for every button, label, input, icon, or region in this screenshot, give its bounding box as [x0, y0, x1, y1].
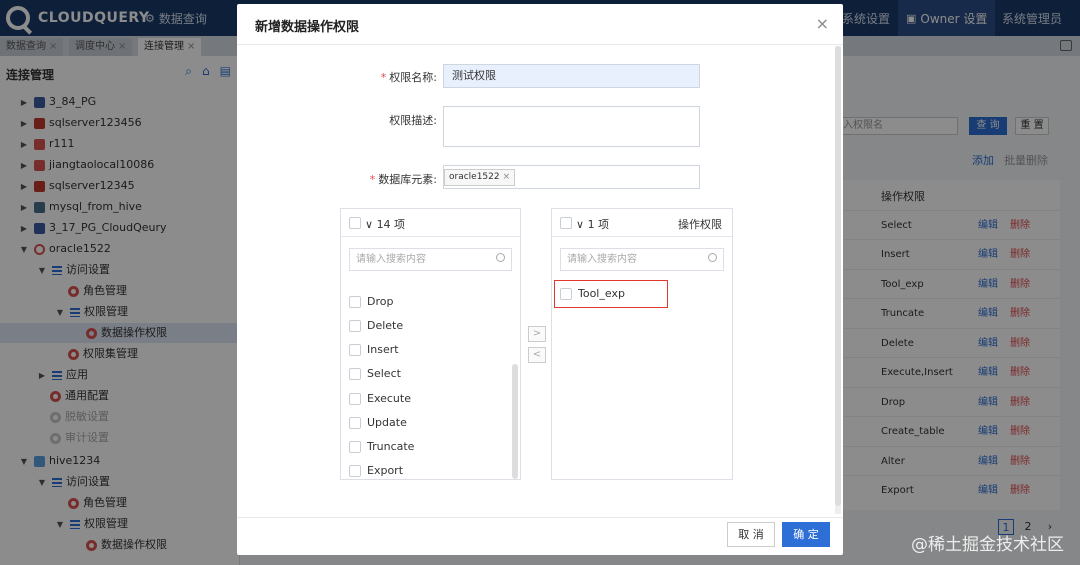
- item-checkbox[interactable]: [349, 417, 361, 429]
- list-item[interactable]: Update: [349, 414, 407, 432]
- target-search-input[interactable]: 请输入搜索内容: [560, 248, 724, 271]
- modal-scrollbar[interactable]: [835, 46, 841, 514]
- add-permission-modal: 新增数据操作权限 × * 权限名称: 测试权限 权限描述: * 数据库元素: ora…: [237, 4, 843, 555]
- close-icon[interactable]: ×: [816, 14, 829, 33]
- transfer-source-list: ∨ 14 项 请输入搜索内容 Drop Delete Insert Select…: [340, 208, 521, 480]
- item-checkbox[interactable]: [349, 465, 361, 477]
- db-element-label: * 数据库元素:: [369, 173, 437, 186]
- select-all-checkbox[interactable]: [560, 217, 572, 229]
- select-all-checkbox[interactable]: [349, 217, 361, 229]
- item-checkbox[interactable]: [349, 296, 361, 308]
- item-checkbox[interactable]: [349, 344, 361, 356]
- list-item[interactable]: Select: [349, 365, 401, 383]
- source-search-input[interactable]: 请输入搜索内容: [349, 248, 512, 271]
- list-item[interactable]: Truncate: [349, 438, 414, 456]
- item-checkbox[interactable]: [349, 368, 361, 380]
- chevron-down-icon[interactable]: ∨: [365, 218, 373, 231]
- watermark: @稀土掘金技术社区: [911, 535, 1064, 555]
- list-item[interactable]: Export: [349, 462, 403, 480]
- item-checkbox[interactable]: [349, 320, 361, 332]
- highlight-box: [554, 280, 668, 308]
- permission-name-input[interactable]: 测试权限: [443, 64, 700, 88]
- search-icon: [496, 253, 505, 262]
- cancel-button[interactable]: 取 消: [727, 522, 775, 547]
- list-item[interactable]: Execute: [349, 390, 411, 408]
- target-count: ∨ 1 项: [576, 218, 610, 231]
- search-icon: [708, 253, 717, 262]
- source-count: ∨ 14 项: [365, 218, 406, 231]
- permission-description-textarea[interactable]: [443, 106, 700, 147]
- permission-name-label: * 权限名称:: [380, 71, 437, 84]
- chevron-down-icon[interactable]: ∨: [576, 218, 584, 231]
- transfer-target-list: ∨ 1 项 操作权限 请输入搜索内容 Tool_exp: [551, 208, 733, 480]
- permission-description-label: 权限描述:: [389, 114, 437, 127]
- db-element-tag: oracle1522 ×: [444, 169, 516, 186]
- list-scrollbar[interactable]: [512, 364, 518, 479]
- item-checkbox[interactable]: [349, 441, 361, 453]
- ok-button[interactable]: 确 定: [782, 522, 830, 547]
- item-checkbox[interactable]: [349, 393, 361, 405]
- move-left-button[interactable]: <: [528, 347, 546, 363]
- list-item[interactable]: Delete: [349, 317, 403, 335]
- modal-title: 新增数据操作权限: [255, 20, 360, 35]
- list-item[interactable]: Insert: [349, 341, 399, 359]
- move-right-button[interactable]: >: [528, 326, 546, 342]
- target-title: 操作权限: [678, 218, 722, 231]
- tag-close-icon[interactable]: ×: [503, 172, 511, 182]
- list-item[interactable]: Drop: [349, 293, 393, 311]
